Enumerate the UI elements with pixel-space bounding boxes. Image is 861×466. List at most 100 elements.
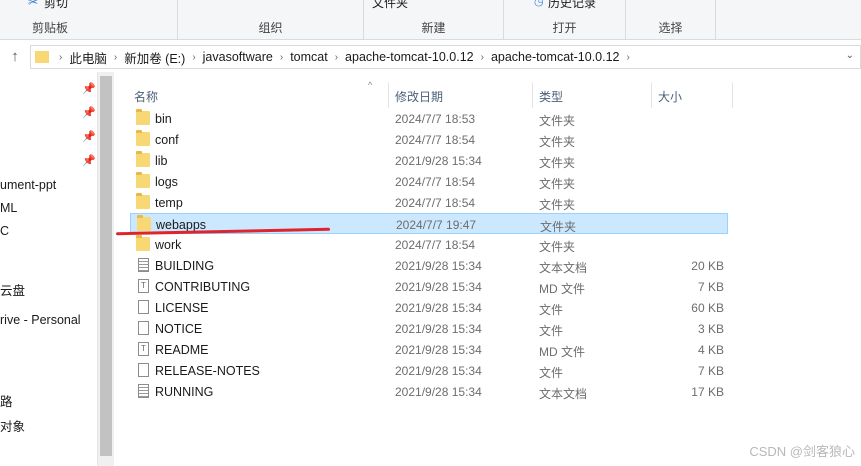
file-list: ^ 名称 修改日期 类型 大小 bin 2024/7/7 18:53 文件夹 conf… (114, 72, 861, 466)
file-type: 文本文档 (539, 387, 588, 401)
file-date: 2021/9/28 15:34 (395, 322, 482, 336)
file-name: NOTICE (155, 322, 203, 336)
chevron-right-icon[interactable]: › (477, 52, 488, 63)
chevron-right-icon[interactable]: › (623, 52, 634, 63)
file-date: 2024/7/7 18:54 (395, 238, 476, 252)
file-date: 2024/7/7 19:47 (396, 218, 477, 232)
history-icon[interactable]: ◷ (534, 0, 544, 8)
nav-item[interactable]: ML (0, 201, 17, 215)
nav-item[interactable]: ument-ppt (0, 178, 56, 192)
column-header-type[interactable]: 类型 (539, 88, 563, 105)
scissors-icon[interactable]: ✂ (28, 0, 38, 9)
scrollbar-thumb[interactable] (100, 76, 112, 456)
select-group: 选择 (626, 0, 716, 40)
chevron-right-icon[interactable]: › (276, 52, 287, 63)
file-name: RELEASE-NOTES (155, 364, 260, 378)
nav-item[interactable]: 云盘 (0, 280, 25, 299)
file-type: MD 文件 (539, 282, 585, 296)
file-date: 2024/7/7 18:54 (395, 133, 476, 147)
history-button[interactable]: 历史记录 (548, 0, 596, 11)
cut-button[interactable]: 剪切 (44, 0, 68, 11)
up-arrow-icon[interactable]: ↑ (6, 48, 24, 66)
file-name: conf (155, 133, 179, 147)
column-header-name[interactable]: 名称 (134, 88, 158, 105)
column-header-date[interactable]: 修改日期 (395, 88, 443, 105)
nav-item[interactable]: 对象 (0, 416, 25, 435)
sort-up-icon: ^ (368, 80, 373, 90)
file-row[interactable]: lib 2021/9/28 15:34 文件夹 (130, 150, 728, 171)
nav-scrollbar[interactable] (97, 72, 114, 466)
file-row[interactable]: bin 2024/7/7 18:53 文件夹 (130, 108, 728, 129)
file-name: temp (155, 196, 183, 210)
file-icon (138, 363, 149, 377)
file-type: 文件夹 (540, 220, 577, 234)
pin-icon[interactable]: 📌 (82, 154, 96, 167)
file-row[interactable]: T README 2021/9/28 15:34 MD 文件 4 KB (130, 339, 728, 360)
breadcrumb-javasoftware[interactable]: javasoftware (200, 50, 276, 64)
column-divider[interactable] (651, 82, 652, 108)
chevron-right-icon[interactable]: › (110, 52, 121, 63)
new-group-label: 新建 (421, 21, 446, 35)
nav-item[interactable]: C (0, 224, 9, 238)
folder-icon (137, 215, 151, 231)
column-divider[interactable] (388, 82, 389, 108)
file-type: 文件夹 (539, 198, 576, 212)
text-file-icon (138, 384, 149, 398)
file-date: 2024/7/7 18:53 (395, 112, 476, 126)
breadcrumb-apache-tomcat[interactable]: apache-tomcat-10.0.12 (342, 50, 477, 64)
md-file-icon: T (138, 342, 149, 356)
column-divider[interactable] (732, 82, 733, 108)
chevron-right-icon[interactable]: › (55, 52, 66, 63)
pin-icon[interactable]: 📌 (82, 106, 96, 119)
text-file-icon (138, 258, 149, 272)
pin-icon[interactable]: 📌 (82, 130, 96, 143)
file-type: 文本文档 (539, 261, 588, 275)
clipboard-group-label: 剪贴板 (32, 21, 69, 35)
address-bar[interactable]: › 此电脑 › 新加卷 (E:) › javasoftware › tomcat… (30, 45, 861, 69)
organize-group-label: 组织 (258, 21, 283, 35)
nav-item[interactable]: 路 (0, 391, 13, 410)
file-type: 文件夹 (539, 240, 576, 254)
file-row[interactable]: conf 2024/7/7 18:54 文件夹 (130, 129, 728, 150)
clipboard-group: 剪切 ✂ 剪贴板 (0, 0, 178, 40)
file-row[interactable]: work 2024/7/7 18:54 文件夹 (130, 234, 728, 255)
file-row[interactable]: RUNNING 2021/9/28 15:34 文本文档 17 KB (130, 381, 728, 402)
breadcrumb-apache-tomcat-inner[interactable]: apache-tomcat-10.0.12 (488, 50, 623, 64)
chevron-down-icon[interactable]: ⌄ (846, 50, 854, 61)
address-row: ↑ › 此电脑 › 新加卷 (E:) › javasoftware › tomc… (0, 40, 861, 72)
file-row[interactable]: logs 2024/7/7 18:54 文件夹 (130, 171, 728, 192)
new-group: 文件夹 新建 (364, 0, 504, 40)
file-type: 文件夹 (539, 177, 576, 191)
breadcrumb-tomcat[interactable]: tomcat (287, 50, 331, 64)
file-row[interactable]: T CONTRIBUTING 2021/9/28 15:34 MD 文件 7 KB (130, 276, 728, 297)
file-name: CONTRIBUTING (155, 280, 251, 294)
file-date: 2021/9/28 15:34 (395, 364, 482, 378)
file-date: 2021/9/28 15:34 (395, 280, 482, 294)
file-row[interactable]: BUILDING 2021/9/28 15:34 文本文档 20 KB (130, 255, 728, 276)
file-date: 2021/9/28 15:34 (395, 259, 482, 273)
navigation-pane: 📌 📌 📌 📌 ument-ppt ML C 云盘 rive - Persona… (0, 72, 97, 466)
file-icon (138, 321, 149, 335)
file-name: bin (155, 112, 172, 126)
file-row[interactable]: LICENSE 2021/9/28 15:34 文件 60 KB (130, 297, 728, 318)
file-name: logs (155, 175, 178, 189)
chevron-right-icon[interactable]: › (188, 52, 199, 63)
new-folder-button[interactable]: 文件夹 (372, 0, 408, 11)
breadcrumb-this-pc[interactable]: 此电脑 (66, 48, 110, 67)
file-size: 4 KB (697, 343, 724, 357)
column-header-size[interactable]: 大小 (658, 88, 682, 105)
file-row[interactable]: temp 2024/7/7 18:54 文件夹 (130, 192, 728, 213)
watermark: CSDN @剑客狼心 (749, 444, 855, 459)
file-row[interactable]: NOTICE 2021/9/28 15:34 文件 3 KB (130, 318, 728, 339)
chevron-right-icon[interactable]: › (331, 52, 342, 63)
breadcrumb-drive-e[interactable]: 新加卷 (E:) (121, 48, 188, 67)
file-type: 文件 (539, 303, 564, 317)
file-size: 3 KB (697, 322, 724, 336)
open-group: ◷ 历史记录 打开 (504, 0, 626, 40)
pin-icon[interactable]: 📌 (82, 82, 96, 95)
nav-item[interactable]: rive - Personal (0, 313, 81, 327)
folder-icon (35, 51, 49, 63)
file-size: 7 KB (697, 364, 724, 378)
column-divider[interactable] (532, 82, 533, 108)
file-row[interactable]: RELEASE-NOTES 2021/9/28 15:34 文件 7 KB (130, 360, 728, 381)
